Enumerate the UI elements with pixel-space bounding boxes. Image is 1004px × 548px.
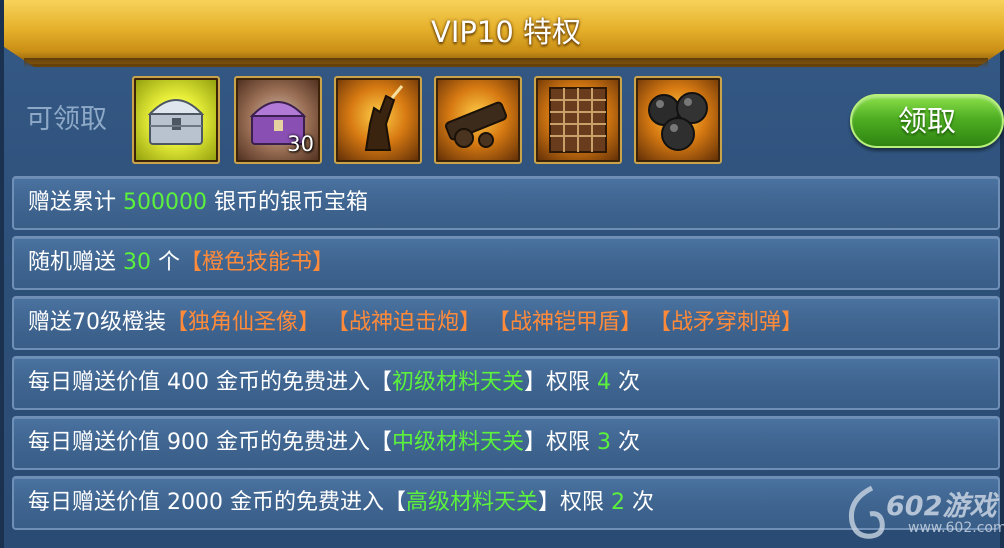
privilege-text-segment: 每日赠送价值 2000 金币的免费进入【 (28, 490, 406, 515)
reward-slot-2[interactable]: 30 (234, 76, 322, 164)
privilege-row: 赠送累计 500000 银币的银币宝箱 (12, 176, 1000, 230)
privilege-text-segment: 高级材料天关 (405, 490, 538, 515)
privilege-text-segment: 个 (151, 250, 180, 275)
reward-slot-5[interactable] (534, 76, 622, 164)
privilege-text-segment: 4 (597, 370, 611, 395)
mortar-cannon-icon (445, 101, 507, 148)
privilege-text-segment: 银币的银币宝箱 (206, 190, 368, 215)
watermark-text: 602游戏 (886, 491, 997, 522)
swirl-logo-icon (848, 485, 885, 539)
page-title: VIP10 特权 (431, 15, 581, 49)
privilege-text-segment: 赠送累计 (28, 190, 123, 215)
privilege-text-segment: 次 (625, 490, 654, 515)
claim-button[interactable]: 领取 (850, 94, 1004, 148)
privilege-text-segment: 每日赠送价值 400 金币的免费进入【 (28, 370, 392, 395)
reward-slot-6[interactable] (634, 76, 722, 164)
privilege-text-segment: 3 (597, 430, 611, 455)
privilege-text-segment: 【战矛穿刺弹】 (649, 310, 804, 335)
claimable-label: 可领取 (26, 104, 107, 135)
privilege-text-segment: 每日赠送价值 900 金币的免费进入【 (28, 430, 392, 455)
banner-shadow (24, 58, 988, 68)
privilege-text-segment: 】权限 (524, 430, 597, 455)
privilege-text-segment: 【战神铠甲盾】 (488, 310, 643, 335)
privilege-row: 每日赠送价值 400 金币的免费进入【初级材料天关】权限 4 次 (12, 356, 1000, 410)
privilege-text-segment: 次 (611, 370, 640, 395)
privilege-text-segment: 500000 (123, 190, 207, 215)
reward-slot-3[interactable] (334, 76, 422, 164)
privilege-text-segment: 【独角仙圣像】 (166, 310, 321, 335)
vip-privilege-panel: VIP10 特权 可领取 30 领取 赠送累计 500000 银币的银币宝箱 随… (0, 0, 1004, 548)
privilege-text-segment: 【橙色技能书】 (180, 250, 335, 275)
reward-slot-1[interactable] (132, 76, 220, 164)
privilege-text-segment: 】权限 (524, 370, 597, 395)
privilege-row: 赠送70级橙装【独角仙圣像】 【战神迫击炮】 【战神铠甲盾】 【战矛穿刺弹】 (12, 296, 1000, 350)
cannonballs-icon (648, 92, 708, 151)
privilege-text-segment: 【战神迫击炮】 (327, 310, 482, 335)
privilege-text-segment: 随机赠送 (28, 250, 123, 275)
privilege-text-segment: 赠送70级橙装 (28, 310, 166, 335)
privilege-text-segment: 次 (611, 430, 640, 455)
silver-treasure-chest-icon (147, 99, 205, 145)
watermark-url: www.602.com (908, 520, 1004, 536)
privilege-text-segment: 】权限 (538, 490, 611, 515)
privilege-text-segment: 中级材料天关 (391, 430, 524, 455)
reward-quantity: 30 (287, 132, 314, 156)
privilege-text-segment (320, 310, 327, 335)
privilege-text-segment: 初级材料天关 (391, 370, 524, 395)
privilege-row: 每日赠送价值 900 金币的免费进入【中级材料天关】权限 3 次 (12, 416, 1000, 470)
privilege-text-segment: 30 (123, 250, 151, 275)
watermark: 602游戏 www.602.com (842, 482, 1004, 548)
unicorn-statue-icon (364, 85, 404, 151)
reward-slot-4[interactable] (434, 76, 522, 164)
privilege-row: 随机赠送 30 个【橙色技能书】 (12, 236, 1000, 290)
privilege-text-segment (642, 310, 649, 335)
privilege-text-segment: 2 (611, 490, 625, 515)
armor-shield-icon (549, 87, 607, 153)
privilege-text-segment (481, 310, 488, 335)
